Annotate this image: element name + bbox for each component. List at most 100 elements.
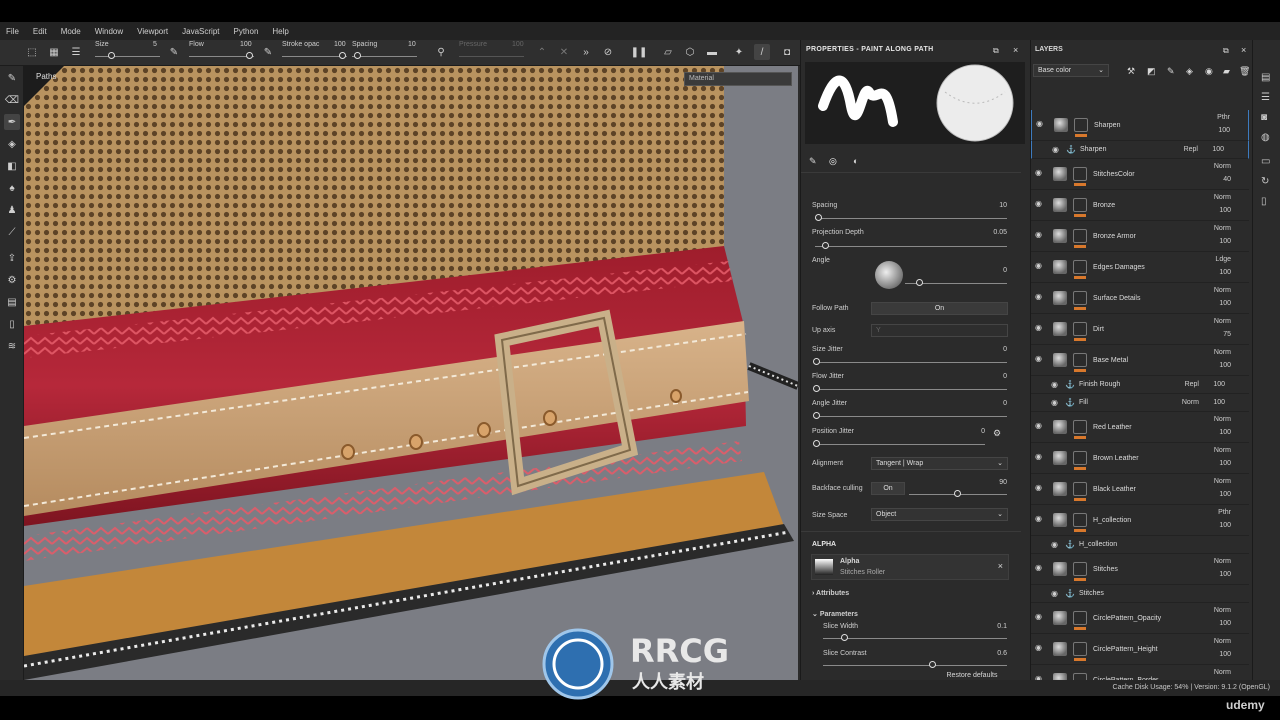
- cube-icon[interactable]: ⬡: [682, 44, 698, 60]
- material-dropdown[interactable]: Material: [684, 72, 792, 86]
- visibility-eye-icon[interactable]: ◉: [1035, 292, 1045, 302]
- layer-opacity[interactable]: 100: [1219, 522, 1231, 529]
- visibility-eye-icon[interactable]: ◉: [1035, 261, 1045, 271]
- blend-mode[interactable]: Repl: [1184, 146, 1198, 153]
- stroke-slider-track[interactable]: [282, 56, 347, 57]
- 3d-viewport[interactable]: Paths Material: [24, 66, 798, 680]
- fill-icon[interactable]: ◈: [4, 136, 20, 152]
- history-icon[interactable]: ↻: [1261, 176, 1273, 188]
- layer-opacity[interactable]: 100: [1219, 362, 1231, 369]
- symmetry-icon[interactable]: ⚲: [433, 44, 449, 60]
- blend-mode[interactable]: Ldge: [1215, 256, 1231, 263]
- menu-javascript[interactable]: JavaScript: [182, 27, 219, 36]
- size-jitter-slider[interactable]: [815, 362, 1007, 363]
- visibility-eye-icon[interactable]: ◉: [1035, 514, 1045, 524]
- layer-opacity[interactable]: 75: [1223, 331, 1231, 338]
- layer-row[interactable]: ◉ Edges Damages Ldge 100: [1031, 252, 1249, 283]
- layer-row[interactable]: ◉ Bronze Armor Norm 100: [1031, 221, 1249, 252]
- visibility-eye-icon[interactable]: ◉: [1035, 199, 1045, 209]
- visibility-eye-icon[interactable]: ◉: [1036, 119, 1046, 129]
- brush-settings-icon[interactable]: ✦: [731, 44, 747, 60]
- layer-opacity[interactable]: 100: [1219, 460, 1231, 467]
- layer-row[interactable]: ◉ Dirt Norm 75: [1031, 314, 1249, 345]
- blend-mode[interactable]: Norm: [1214, 638, 1231, 645]
- log-icon[interactable]: ▯: [1261, 196, 1273, 208]
- visibility-eye-icon[interactable]: ◉: [1035, 563, 1045, 573]
- visibility-eye-icon[interactable]: ◉: [1035, 354, 1045, 364]
- export-icon[interactable]: ⇪: [4, 250, 20, 266]
- path-tool-icon[interactable]: ✒: [4, 114, 20, 130]
- layer-row[interactable]: ◉ ⚓ Fill Norm 100: [1031, 394, 1249, 412]
- pressure-slider-track[interactable]: [459, 56, 524, 57]
- layer-opacity[interactable]: 100: [1219, 300, 1231, 307]
- mirror-icon[interactable]: ⊘: [600, 44, 616, 60]
- display-settings-icon[interactable]: ◙: [1261, 112, 1273, 124]
- layer-opacity[interactable]: 100: [1218, 127, 1230, 134]
- layer-opacity[interactable]: 100: [1212, 146, 1224, 153]
- layer-row[interactable]: ◉ Base Metal Norm 100: [1031, 345, 1249, 376]
- add-mask-icon[interactable]: ◩: [1147, 66, 1156, 77]
- layer-opacity[interactable]: 100: [1219, 620, 1231, 627]
- visibility-eye-icon[interactable]: ◉: [1051, 589, 1061, 599]
- layer-opacity[interactable]: 40: [1223, 176, 1231, 183]
- attributes-section[interactable]: › Attributes: [812, 590, 849, 597]
- menu-viewport[interactable]: Viewport: [137, 27, 168, 36]
- bake-icon[interactable]: ⚙: [4, 272, 20, 288]
- menu-python[interactable]: Python: [234, 27, 259, 36]
- delete-icon[interactable]: 🗑: [1239, 66, 1250, 77]
- layer-row[interactable]: ◉ Sharpen Pthr 100: [1031, 110, 1249, 141]
- visibility-eye-icon[interactable]: ◉: [1035, 230, 1045, 240]
- video-camera-icon[interactable]: ▬: [704, 44, 720, 60]
- layer-row[interactable]: ◉ Brown Leather Norm 100: [1031, 443, 1249, 474]
- blend-mode[interactable]: Norm: [1214, 349, 1231, 356]
- visibility-eye-icon[interactable]: ◉: [1035, 452, 1045, 462]
- undock-icon[interactable]: ⧉: [1223, 46, 1229, 56]
- visibility-eye-icon[interactable]: ◉: [1035, 483, 1045, 493]
- flow-slider-track[interactable]: [189, 56, 254, 57]
- document-icon[interactable]: ▯: [4, 316, 20, 332]
- layer-mask-icon[interactable]: [1073, 451, 1087, 465]
- pen-pressure-icon[interactable]: ✎: [166, 44, 182, 60]
- blend-mode[interactable]: Norm: [1214, 447, 1231, 454]
- slice-contrast-slider[interactable]: [823, 665, 1007, 666]
- layer-mask-icon[interactable]: [1073, 229, 1087, 243]
- layer-mask-icon[interactable]: [1073, 291, 1087, 305]
- spacing-slider-track[interactable]: [352, 56, 417, 57]
- position-jitter-slider[interactable]: [815, 444, 985, 445]
- ruler-icon[interactable]: ▤: [4, 294, 20, 310]
- backface-knob[interactable]: [954, 490, 961, 497]
- angle-knob[interactable]: [916, 279, 923, 286]
- size-jitter-knob[interactable]: [813, 358, 820, 365]
- layer-opacity[interactable]: 100: [1219, 651, 1231, 658]
- flow-slider-knob[interactable]: [246, 52, 253, 59]
- close-icon[interactable]: ×: [1013, 45, 1018, 55]
- layer-row[interactable]: ◉ StitchesColor Norm 40: [1031, 159, 1249, 190]
- layer-row[interactable]: ◉ ⚓ Sharpen Repl 100: [1031, 141, 1249, 159]
- polygon-fill-icon[interactable]: ◧: [4, 158, 20, 174]
- visibility-eye-icon[interactable]: ◉: [1035, 323, 1045, 333]
- blend-mode[interactable]: Pthr: [1217, 114, 1230, 121]
- menu-file[interactable]: File: [6, 27, 19, 36]
- menu-help[interactable]: Help: [272, 27, 288, 36]
- clone-icon[interactable]: ♟: [4, 202, 20, 218]
- layer-row[interactable]: ◉ CirclePattern_Opacity Norm 100: [1031, 603, 1249, 634]
- visibility-eye-icon[interactable]: ◉: [1035, 421, 1045, 431]
- eraser-icon[interactable]: ⌫: [4, 92, 20, 108]
- material-tab-icon[interactable]: ◐: [853, 156, 858, 166]
- layer-mask-icon[interactable]: [1073, 562, 1087, 576]
- layer-row[interactable]: ◉ ⚓ Stitches: [1031, 585, 1249, 603]
- shader-icon[interactable]: ◍: [1261, 132, 1273, 144]
- blend-mode[interactable]: Norm: [1214, 416, 1231, 423]
- lazy-mouse-icon[interactable]: ⌃: [534, 44, 550, 60]
- layer-row[interactable]: ◉ ⚓ H_collection: [1031, 536, 1249, 554]
- blend-mode[interactable]: Norm: [1214, 318, 1231, 325]
- smudge-icon[interactable]: ♠: [4, 180, 20, 196]
- visibility-eye-icon[interactable]: ◉: [1035, 612, 1045, 622]
- blend-mode[interactable]: Norm: [1214, 607, 1231, 614]
- undock-icon[interactable]: ⧉: [993, 46, 999, 56]
- layer-row[interactable]: ◉ Red Leather Norm 100: [1031, 412, 1249, 443]
- visibility-eye-icon[interactable]: ◉: [1051, 380, 1061, 390]
- up-axis-dropdown[interactable]: Y: [871, 324, 1008, 337]
- brush-tab-icon[interactable]: ✎: [809, 156, 817, 167]
- visibility-eye-icon[interactable]: ◉: [1052, 145, 1062, 155]
